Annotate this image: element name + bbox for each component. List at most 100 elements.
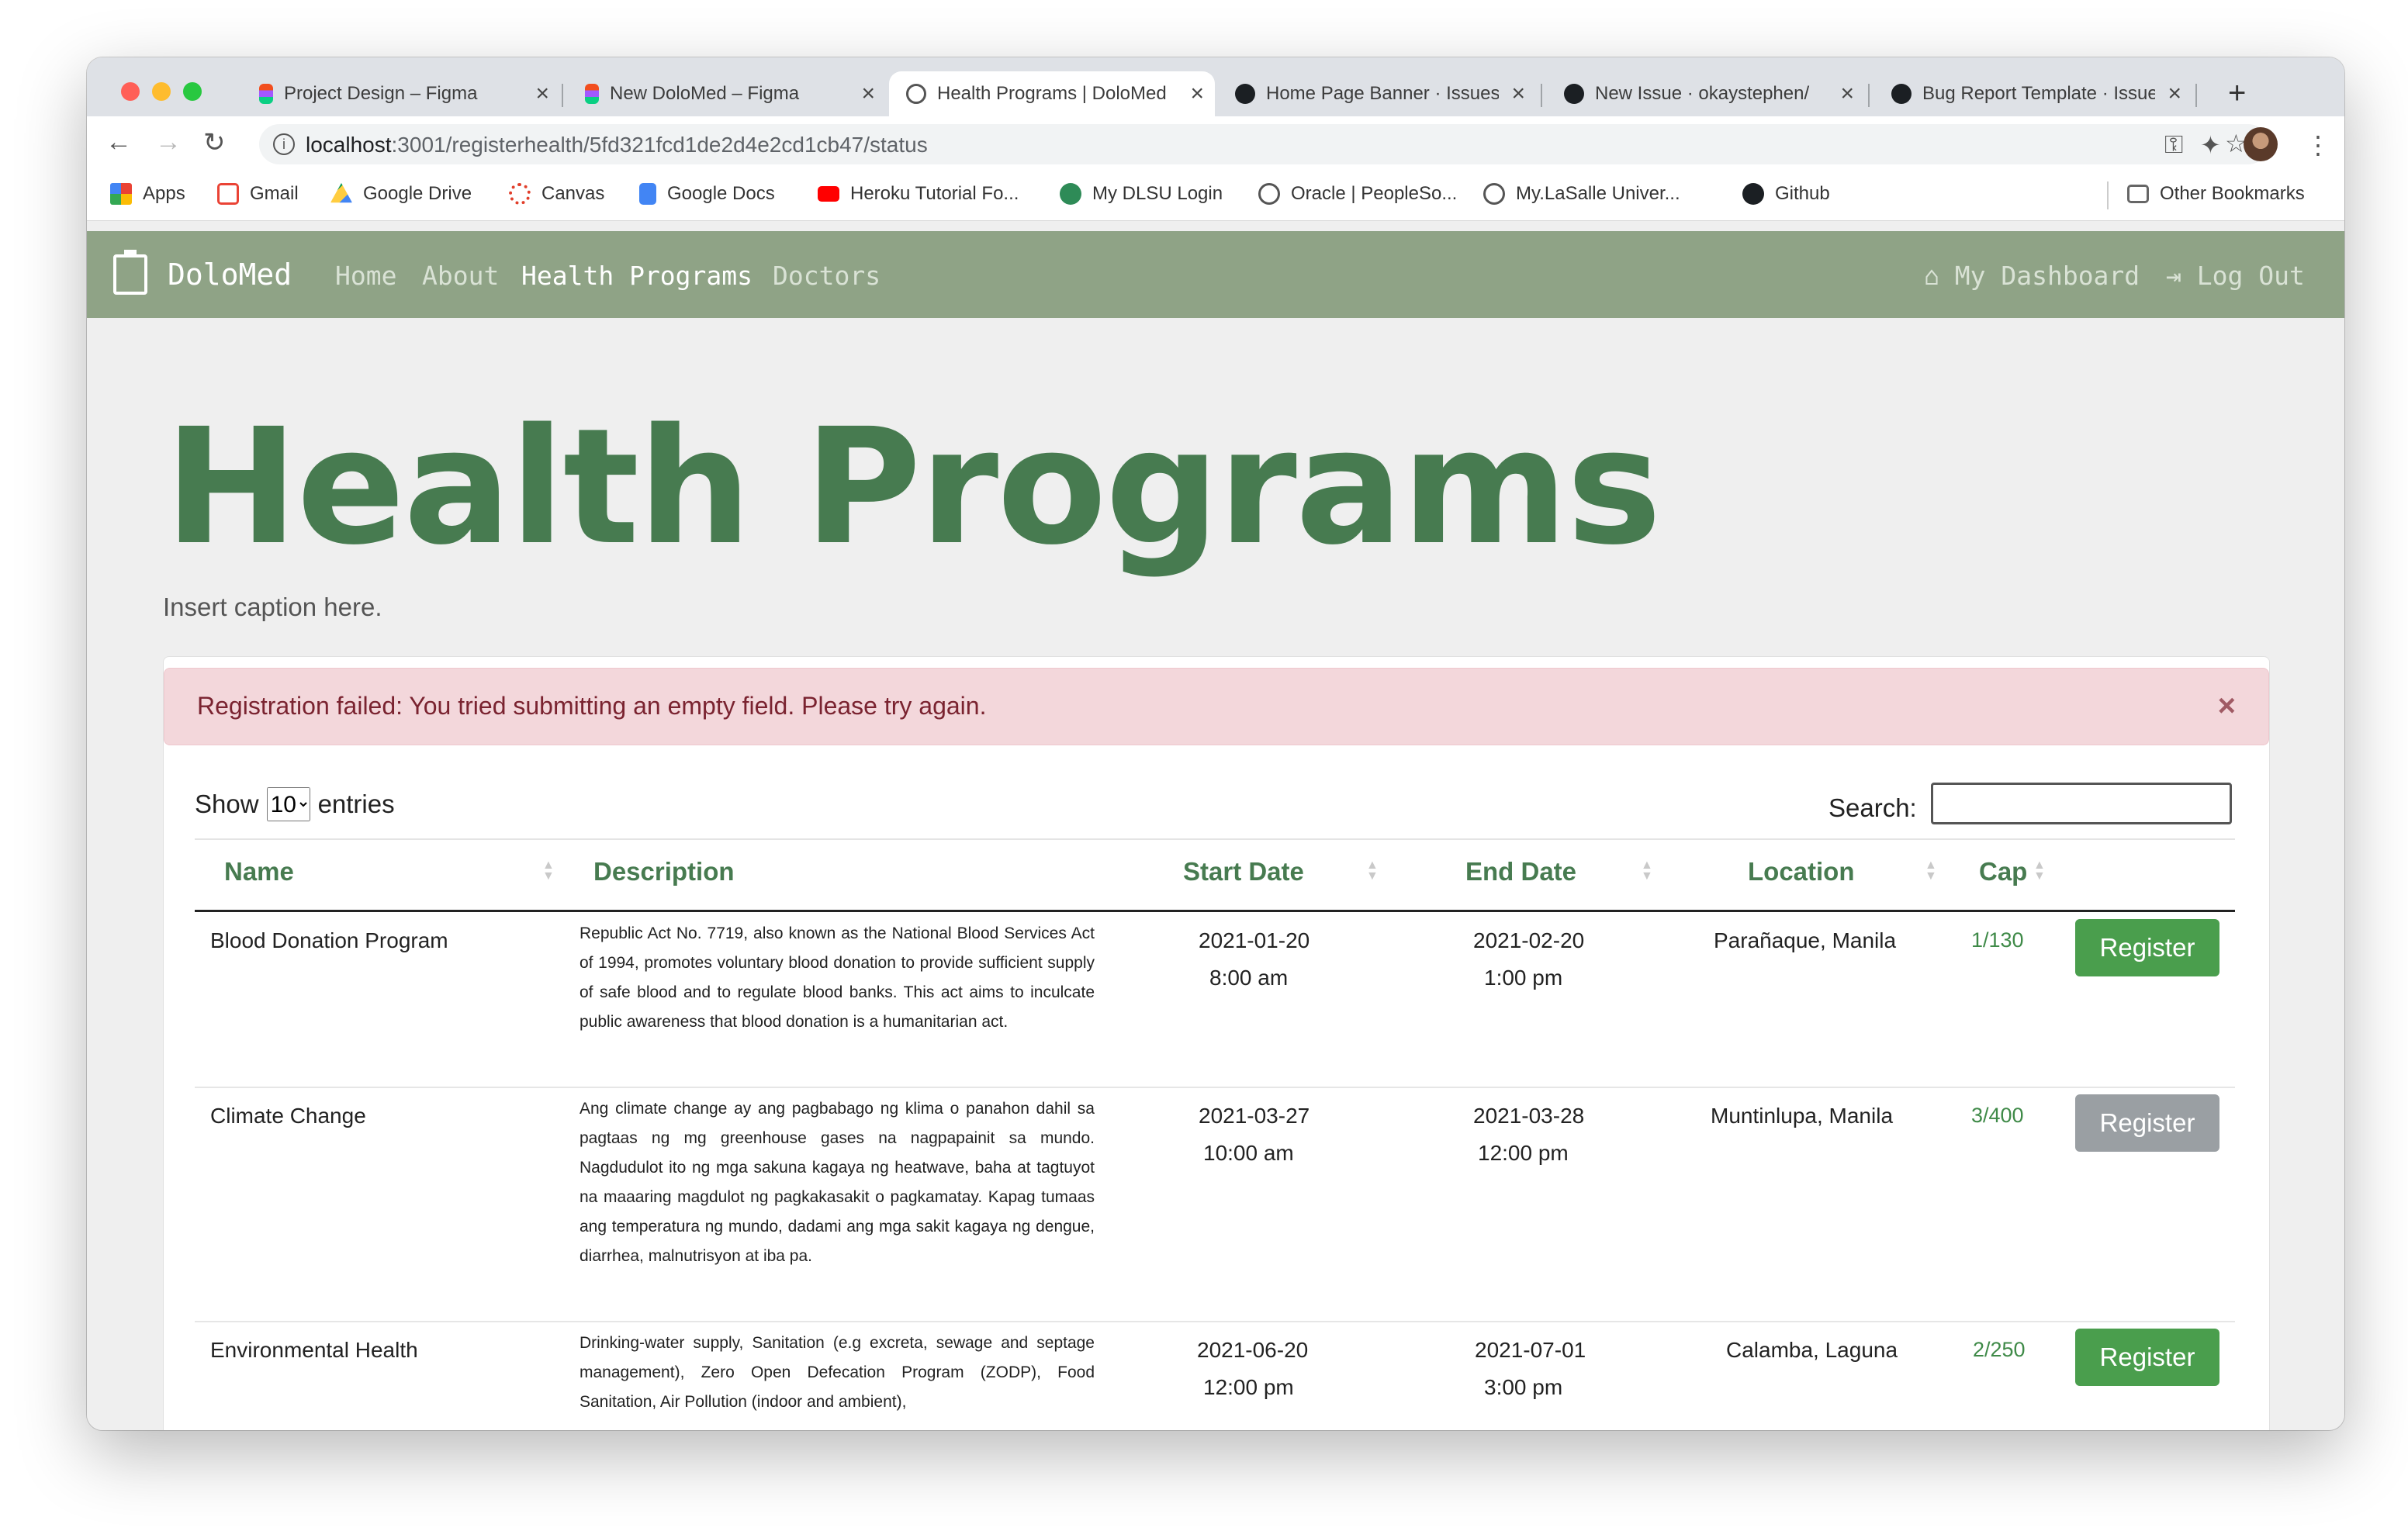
page-title: Health Programs xyxy=(164,394,1662,580)
sort-icon[interactable]: ▲ ▼ xyxy=(1366,859,1379,883)
column-header-cap[interactable]: Cap xyxy=(1979,857,2027,886)
row-divider xyxy=(195,1321,2235,1322)
info-icon[interactable]: i xyxy=(273,133,295,155)
bookmark-label: Gmail xyxy=(250,183,299,204)
bookmark-google-docs[interactable]: Google Docs xyxy=(639,183,775,205)
back-arrow-icon[interactable]: ← xyxy=(106,127,132,157)
table-header-border xyxy=(195,910,2235,912)
tab-home-page-banner[interactable]: Home Page Banner · Issues × xyxy=(1218,71,1536,116)
tab-new-issue[interactable]: New Issue · okaystephen/ × xyxy=(1547,71,1865,116)
column-header-description[interactable]: Description xyxy=(593,857,735,886)
start-time: 10:00 am xyxy=(1203,1141,1294,1165)
maximize-window-button[interactable] xyxy=(183,82,202,101)
close-tab-icon[interactable]: × xyxy=(1511,82,1525,105)
table-top-border xyxy=(195,838,2235,840)
search-input[interactable] xyxy=(1931,783,2232,824)
location: Parañaque, Manila xyxy=(1714,928,1897,952)
globe-icon xyxy=(1483,183,1505,205)
github-icon xyxy=(1742,183,1764,205)
home-icon: ⌂ xyxy=(1924,261,1939,291)
close-window-button[interactable] xyxy=(121,82,140,101)
show-label: Show xyxy=(195,790,259,818)
tab-health-programs[interactable]: Health Programs | DoloMed × xyxy=(889,71,1215,116)
tab-strip: Project Design – Figma × New DoloMed – F… xyxy=(87,57,2344,116)
start-date: 2021-01-20 xyxy=(1199,928,1310,952)
start-time: 12:00 pm xyxy=(1203,1375,1294,1399)
url-text: localhost:3001/registerhealth/5fd321fcd1… xyxy=(306,133,928,157)
alert-message: Registration failed: You tried submittin… xyxy=(197,692,987,720)
extensions-icon[interactable]: ✦ xyxy=(2200,130,2221,160)
column-header-location[interactable]: Location xyxy=(1748,857,1855,886)
tab-title: Home Page Banner · Issues xyxy=(1266,83,1499,104)
minimize-window-button[interactable] xyxy=(152,82,171,101)
sort-icon[interactable]: ▲ ▼ xyxy=(542,859,555,883)
nav-dashboard[interactable]: ⌂ My Dashboard xyxy=(1924,261,2140,291)
figma-icon xyxy=(585,84,599,104)
register-button[interactable]: Register xyxy=(2075,1329,2219,1386)
brand[interactable]: DoloMed xyxy=(113,250,292,295)
close-tab-icon[interactable]: × xyxy=(2168,82,2181,105)
bookmarks-bar: Apps Gmail Google Drive Canvas Google Do… xyxy=(87,172,2344,221)
site-navbar: DoloMed Home About Health Programs Docto… xyxy=(87,231,2344,318)
program-name: Climate Change xyxy=(210,1104,366,1128)
bookmark-other[interactable]: Other Bookmarks xyxy=(2127,183,2305,205)
programs-card: Registration failed: You tried submittin… xyxy=(163,656,2270,1430)
brand-name: DoloMed xyxy=(168,257,292,292)
bookmark-mylasalle[interactable]: My.LaSalle Univer... xyxy=(1483,183,1680,205)
error-alert: Registration failed: You tried submittin… xyxy=(164,668,2269,745)
bookmark-label: My.LaSalle Univer... xyxy=(1516,183,1680,204)
bookmark-google-drive[interactable]: Google Drive xyxy=(330,183,472,205)
register-button[interactable]: Register xyxy=(2075,919,2219,976)
bookmark-dlsu-login[interactable]: My DLSU Login xyxy=(1060,183,1223,205)
nav-logout[interactable]: ⇥ Log Out xyxy=(2166,261,2305,291)
tab-bug-report-template[interactable]: Bug Report Template · Issues × xyxy=(1874,71,2192,116)
bookmark-apps[interactable]: Apps xyxy=(110,183,185,205)
nav-health-programs[interactable]: Health Programs xyxy=(521,261,752,291)
reload-icon[interactable]: ↻ xyxy=(203,127,226,158)
address-bar[interactable]: i localhost:3001/registerhealth/5fd321fc… xyxy=(259,124,2268,164)
register-button[interactable]: Register xyxy=(2075,1094,2219,1152)
avatar[interactable] xyxy=(2244,127,2278,161)
close-tab-icon[interactable]: × xyxy=(535,82,549,105)
sort-icon[interactable]: ▲ ▼ xyxy=(1641,859,1653,883)
program-name: Environmental Health xyxy=(210,1338,418,1362)
close-tab-icon[interactable]: × xyxy=(861,82,875,105)
bookmark-oracle[interactable]: Oracle | PeopleSo... xyxy=(1258,183,1457,205)
tab-project-design[interactable]: Project Design – Figma × xyxy=(242,71,560,116)
column-header-end-date[interactable]: End Date xyxy=(1465,857,1576,886)
key-icon[interactable]: ⚿ xyxy=(2164,130,2183,160)
entries-select[interactable]: 10 xyxy=(266,787,310,821)
menu-icon[interactable]: ⋮ xyxy=(2306,130,2330,160)
bookmark-divider xyxy=(2107,181,2109,209)
tab-title: Bug Report Template · Issues xyxy=(1922,83,2155,104)
bookmark-label: Google Drive xyxy=(363,183,472,204)
start-date: 2021-06-20 xyxy=(1197,1338,1309,1362)
sort-icon[interactable]: ▲ ▼ xyxy=(1925,859,1937,883)
tab-separator xyxy=(1868,84,1870,107)
bookmark-canvas[interactable]: Canvas xyxy=(509,183,604,205)
column-header-name[interactable]: Name xyxy=(224,857,294,886)
github-icon xyxy=(1235,84,1255,104)
figma-icon xyxy=(259,84,273,104)
nav-about[interactable]: About xyxy=(422,261,499,291)
program-name: Blood Donation Program xyxy=(210,928,448,952)
bookmark-gmail[interactable]: Gmail xyxy=(217,183,299,205)
google-drive-icon xyxy=(330,183,352,203)
tab-new-dolomed[interactable]: New DoloMed – Figma × xyxy=(568,71,886,116)
new-tab-button[interactable]: + xyxy=(2228,76,2246,111)
nav-doctors[interactable]: Doctors xyxy=(773,261,881,291)
apps-grid-icon xyxy=(110,183,132,205)
nav-home[interactable]: Home xyxy=(335,261,396,291)
bookmark-label: Canvas xyxy=(541,183,605,204)
bookmark-label: Github xyxy=(1775,183,1830,204)
forward-arrow-icon[interactable]: → xyxy=(155,127,182,157)
bookmark-github[interactable]: Github xyxy=(1742,183,1830,205)
close-tab-icon[interactable]: × xyxy=(1840,82,1854,105)
sort-icon[interactable]: ▲ ▼ xyxy=(2033,859,2046,883)
close-tab-icon[interactable]: × xyxy=(1190,82,1204,105)
close-icon[interactable]: × xyxy=(2218,689,2236,724)
column-header-start-date[interactable]: Start Date xyxy=(1183,857,1304,886)
bookmark-heroku[interactable]: Heroku Tutorial Fo... xyxy=(818,183,1019,205)
logout-label: Log Out xyxy=(2196,261,2305,291)
search-label: Search: xyxy=(1828,793,1917,822)
